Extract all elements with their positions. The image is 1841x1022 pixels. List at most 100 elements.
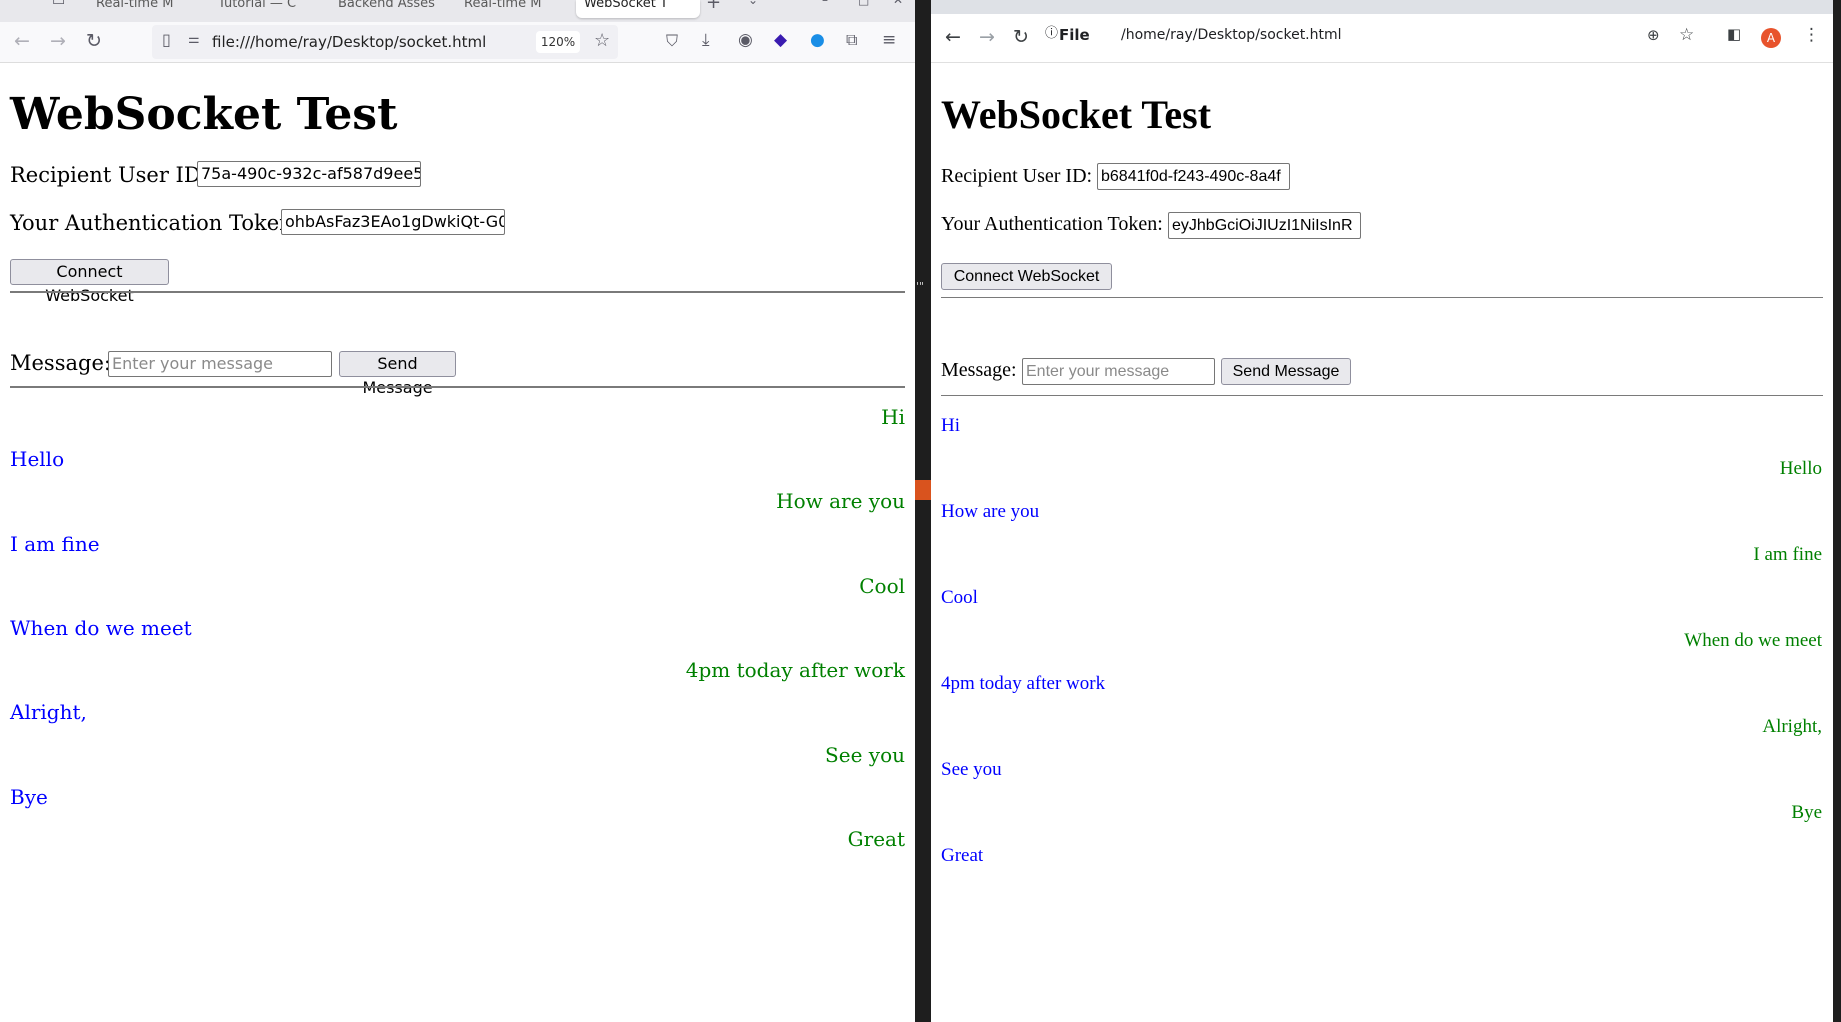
chrome-window: ← → ↻ ⓘ File /home/ray/Desktop/socket.ht… — [931, 0, 1841, 1022]
chrome-page-content: WebSocket Test Recipient User ID: b6841f… — [931, 63, 1841, 1022]
zoom-level-badge[interactable]: 120% — [536, 31, 580, 53]
message-input[interactable]: Enter your message — [108, 351, 332, 377]
download-icon[interactable]: ⤓ — [702, 32, 710, 49]
recipient-label: Recipient User ID: — [10, 163, 208, 187]
chrome-tab-strip — [931, 0, 1841, 14]
tab-websocket-active[interactable]: WebSocket T — [576, 0, 700, 18]
desktop-orange-fragment — [915, 480, 931, 500]
divider-bottom — [10, 386, 905, 388]
received-message: Great — [941, 845, 984, 866]
zoom-icon[interactable]: ⊕ — [1647, 28, 1660, 43]
sent-message: I am fine — [1753, 544, 1822, 565]
bookmark-star-icon[interactable]: ☆ — [594, 32, 610, 50]
received-message: Cool — [941, 587, 978, 608]
received-message: I am fine — [10, 531, 100, 556]
background-desktop-edge — [1833, 0, 1841, 1022]
firefox-toolbar: ← → ↻ ▯ ⚌ file:///home/ray/Desktop/socke… — [0, 22, 915, 63]
info-icon[interactable]: ⓘ — [1045, 27, 1058, 40]
sent-message: Alright, — [1762, 716, 1822, 737]
sent-message: Bye — [1791, 802, 1822, 823]
token-label: Your Authentication Token: — [10, 211, 300, 235]
token-label: Your Authentication Token: — [941, 213, 1163, 235]
firefox-tab-strip: ▭ Real-time M Tutorial — C Backend Asses… — [0, 0, 915, 22]
menu-kebab-icon[interactable]: ⋮ — [1803, 27, 1820, 44]
tab-label: Real-time M — [464, 0, 542, 11]
chevron-down-icon[interactable]: ⌄ — [748, 0, 758, 6]
bookmark-star-icon[interactable]: ☆ — [1679, 27, 1694, 44]
received-message: 4pm today after work — [941, 673, 1106, 694]
url-text[interactable]: file:///home/ray/Desktop/socket.html — [212, 33, 486, 51]
tab-list-icon[interactable]: ▭ — [52, 0, 65, 8]
tab-backend[interactable]: Backend Asses — [338, 0, 438, 14]
scheme-chip[interactable]: File — [1059, 26, 1090, 44]
address-bar[interactable]: ▯ ⚌ file:///home/ray/Desktop/socket.html… — [152, 25, 618, 59]
side-panel-icon[interactable]: ◧ — [1727, 27, 1741, 42]
account-icon[interactable]: ◉ — [738, 32, 753, 49]
desktop-fragment: '" — [916, 280, 925, 293]
tab-label: Tutorial — C — [218, 0, 297, 11]
auth-token-input[interactable]: ohbAsFaz3EAo1gDwkiQt-G0o — [281, 209, 505, 235]
reload-icon[interactable]: ↻ — [1013, 28, 1029, 47]
new-tab-icon[interactable]: + — [706, 0, 721, 12]
divider-top — [941, 297, 1823, 298]
connect-websocket-button[interactable]: Connect WebSocket — [10, 259, 169, 305]
received-message: See you — [941, 759, 1002, 780]
sent-message: How are you — [776, 489, 905, 514]
received-message: Hi — [941, 415, 960, 436]
received-message: How are you — [941, 501, 1040, 522]
sent-message: Cool — [859, 573, 905, 598]
extension-purple-icon[interactable]: ◆ — [774, 32, 787, 49]
sent-message: When do we meet — [1684, 630, 1822, 651]
back-arrow-icon[interactable]: ← — [945, 28, 961, 47]
background-desktop-strip: '" — [915, 0, 931, 1022]
received-message: When do we meet — [10, 616, 192, 640]
address-bar[interactable]: ⓘ File /home/ray/Desktop/socket.html — [1045, 18, 1529, 52]
message-label: Message: — [941, 359, 1017, 381]
recipient-label: Recipient User ID: — [941, 165, 1093, 187]
received-message: Hello — [10, 447, 65, 472]
profile-avatar[interactable]: A — [1761, 28, 1781, 48]
recipient-id-input[interactable]: b6841f0d-f243-490c-8a4f — [1097, 163, 1290, 190]
page-title: WebSocket Test — [10, 89, 398, 140]
send-message-button[interactable]: Send Message — [339, 351, 456, 397]
chrome-toolbar: ← → ↻ ⓘ File /home/ray/Desktop/socket.ht… — [931, 14, 1841, 63]
auth-token-input[interactable]: eyJhbGciOiJIUzI1NiIsInR — [1168, 212, 1361, 239]
sent-message: 4pm today after work — [685, 658, 905, 683]
forward-arrow-icon[interactable]: → — [979, 28, 995, 47]
received-message: Alright, — [10, 700, 87, 725]
menu-hamburger-icon[interactable]: ≡ — [882, 32, 896, 49]
send-message-button[interactable]: Send Message — [1221, 358, 1351, 385]
pocket-icon[interactable]: ⛉ — [666, 33, 678, 49]
received-message: Bye — [10, 784, 48, 809]
sent-message: Hello — [1779, 458, 1822, 479]
sent-message: Great — [847, 827, 905, 851]
close-window-icon[interactable]: ✕ — [893, 0, 903, 6]
page-icon: ▯ — [162, 30, 171, 49]
minimize-icon[interactable]: – — [822, 0, 828, 6]
back-arrow-icon[interactable]: ← — [14, 32, 30, 51]
tab-label: Real-time M — [96, 0, 174, 11]
divider-top — [10, 291, 905, 293]
page-title: WebSocket Test — [941, 92, 1212, 137]
tab-realtime-1[interactable]: Real-time M — [96, 0, 186, 14]
sent-message: Hi — [881, 405, 905, 429]
firefox-window: ▭ Real-time M Tutorial — C Backend Asses… — [0, 0, 915, 1022]
tab-label: WebSocket T — [584, 0, 668, 11]
tab-realtime-2[interactable]: Real-time M — [464, 0, 564, 14]
message-label: Message: — [10, 351, 111, 375]
divider-bottom — [941, 395, 1823, 396]
sent-message: See you — [825, 742, 905, 767]
permissions-icon[interactable]: ⚌ — [188, 33, 200, 46]
tab-label: Backend Asses — [338, 0, 435, 11]
maximize-icon[interactable]: □ — [858, 0, 869, 6]
forward-arrow-icon[interactable]: → — [50, 32, 66, 51]
extension-blue-icon[interactable]: ● — [810, 32, 825, 49]
reload-icon[interactable]: ↻ — [86, 32, 102, 51]
extensions-puzzle-icon[interactable]: ⧉ — [846, 32, 857, 48]
url-text[interactable]: /home/ray/Desktop/socket.html — [1121, 27, 1342, 43]
recipient-id-input[interactable]: 75a-490c-932c-af587d9ee5d7 — [197, 161, 421, 187]
connect-websocket-button[interactable]: Connect WebSocket — [941, 263, 1112, 290]
message-input[interactable]: Enter your message — [1022, 358, 1215, 385]
firefox-page-content: WebSocket Test Recipient User ID: 75a-49… — [0, 63, 915, 1022]
tab-tutorial[interactable]: Tutorial — C — [218, 0, 318, 14]
